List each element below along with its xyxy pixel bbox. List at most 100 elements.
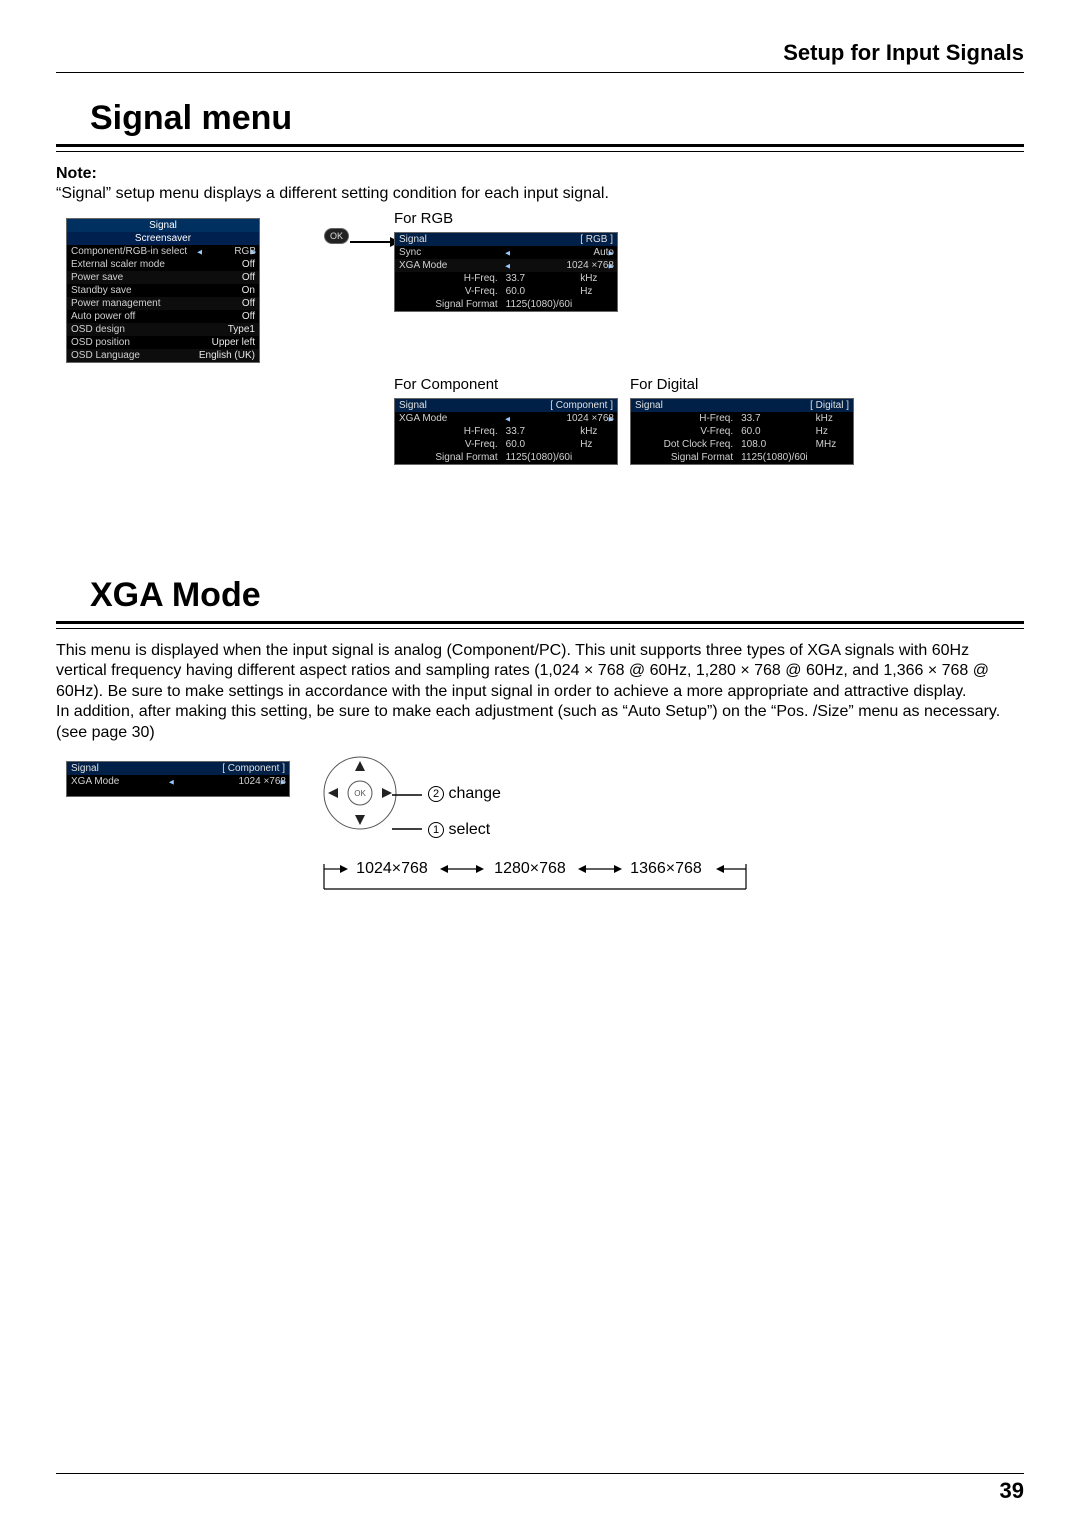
osd-row: Standby saveOn bbox=[67, 284, 259, 297]
osd-row-value: ◄Auto► bbox=[502, 246, 617, 259]
osd-info-label: H-Freq. bbox=[395, 425, 502, 438]
osd-comp-bracket: [ Component ] bbox=[502, 399, 617, 412]
svg-text:1280×768: 1280×768 bbox=[494, 860, 566, 877]
osd-info-row: Dot Clock Freq.108.0MHz bbox=[631, 438, 853, 451]
osd-row-value: Off bbox=[194, 310, 259, 323]
osd-row-value: On bbox=[194, 284, 259, 297]
osd-row-value: Type1 bbox=[194, 323, 259, 336]
osd-info-value: 60.0 bbox=[502, 285, 577, 298]
osd-row-label: Power management bbox=[67, 297, 194, 310]
osd-rgb: Signal [ RGB ] Sync◄Auto►XGA Mode◄1024 ×… bbox=[394, 232, 618, 312]
osd-info-value: 60.0 bbox=[737, 425, 812, 438]
osd-row: Auto power offOff bbox=[67, 310, 259, 323]
osd-info-row: H-Freq.33.7kHz bbox=[395, 425, 617, 438]
osd-row-label: OSD design bbox=[67, 323, 194, 336]
osd-row-value: Off bbox=[194, 271, 259, 284]
osd-main: Signal ScreensaverComponent/RGB-in selec… bbox=[66, 218, 260, 363]
select-label: 1 select bbox=[428, 821, 490, 839]
osd-info-unit: Hz bbox=[576, 438, 617, 451]
signal-menu-heading: Signal menu bbox=[56, 99, 292, 144]
osd-xga-title: Signal bbox=[67, 762, 165, 775]
osd-info-unit: Hz bbox=[576, 285, 617, 298]
osd-info-label: H-Freq. bbox=[631, 412, 737, 425]
dpad-lines-icon bbox=[392, 789, 432, 839]
osd-row-label: Screensaver bbox=[67, 232, 259, 245]
osd-info-row: V-Freq.60.0Hz bbox=[395, 285, 617, 298]
osd-info-value: 1125(1080)/60i bbox=[502, 298, 577, 311]
change-label: 2 change bbox=[428, 785, 501, 803]
osd-info-row: Signal Format1125(1080)/60i bbox=[395, 451, 617, 464]
osd-row-value: ◄1024 ×768► bbox=[502, 259, 617, 272]
osd-row: Sync◄Auto► bbox=[395, 246, 617, 259]
note-label: Note: bbox=[56, 165, 97, 182]
osd-row: XGA Mode◄1024 ×768► bbox=[395, 412, 617, 425]
arrow-right-icon bbox=[350, 236, 400, 248]
caption-digital: For Digital bbox=[630, 376, 698, 393]
osd-info-label: Signal Format bbox=[631, 451, 737, 464]
osd-rgb-bracket: [ RGB ] bbox=[502, 233, 617, 246]
xga-mode-heading: XGA Mode bbox=[56, 576, 261, 621]
osd-info-value: 33.7 bbox=[737, 412, 812, 425]
osd-row: XGA Mode◄1024 ×768► bbox=[67, 775, 289, 788]
osd-row-label: XGA Mode bbox=[395, 412, 502, 425]
section-xga-mode: XGA Mode This menu is displayed when the… bbox=[56, 576, 1024, 891]
osd-row-label: Component/RGB-in select bbox=[67, 245, 194, 258]
osd-row-value: ◄1024 ×768► bbox=[502, 412, 617, 425]
osd-row-label: Sync bbox=[395, 246, 502, 259]
osd-digi-title: Signal bbox=[631, 399, 737, 412]
section-signal-menu: Signal menu Note: “Signal” setup menu di… bbox=[56, 99, 1024, 520]
osd-info-unit: kHz bbox=[812, 412, 853, 425]
header-title: Setup for Input Signals bbox=[56, 40, 1024, 72]
cycle-diagram: 1024×768 1280×768 1366×768 bbox=[320, 859, 750, 898]
osd-digi-bracket: [ Digital ] bbox=[737, 399, 853, 412]
svg-text:1024×768: 1024×768 bbox=[356, 860, 428, 877]
caption-component: For Component bbox=[394, 376, 498, 393]
osd-comp-title: Signal bbox=[395, 399, 502, 412]
osd-info-row: H-Freq.33.7kHz bbox=[395, 272, 617, 285]
osd-info-unit: kHz bbox=[576, 272, 617, 285]
osd-row: OSD designType1 bbox=[67, 323, 259, 336]
osd-row: External scaler modeOff bbox=[67, 258, 259, 271]
ok-button-icon: OK bbox=[324, 228, 349, 244]
osd-info-row: V-Freq.60.0Hz bbox=[631, 425, 853, 438]
osd-component: Signal [ Component ] XGA Mode◄1024 ×768►… bbox=[394, 398, 618, 465]
osd-main-title: Signal bbox=[67, 219, 259, 232]
change-number-icon: 2 bbox=[428, 786, 444, 802]
osd-row-label: XGA Mode bbox=[395, 259, 502, 272]
osd-row-label: External scaler mode bbox=[67, 258, 194, 271]
osd-row-label: XGA Mode bbox=[67, 775, 165, 788]
osd-row-value: Off bbox=[194, 297, 259, 310]
dpad-ok-label: OK bbox=[354, 789, 366, 798]
osd-rgb-title: Signal bbox=[395, 233, 502, 246]
osd-info-label: V-Freq. bbox=[395, 438, 502, 451]
note-text: “Signal” setup menu displays a different… bbox=[56, 185, 609, 202]
osd-row-value: Off bbox=[194, 258, 259, 271]
select-number-icon: 1 bbox=[428, 822, 444, 838]
osd-row-value: English (UK) bbox=[194, 349, 259, 362]
xga-mode-paragraph: This menu is displayed when the input si… bbox=[56, 641, 1024, 743]
osd-info-row: H-Freq.33.7kHz bbox=[631, 412, 853, 425]
osd-info-label: Dot Clock Freq. bbox=[631, 438, 737, 451]
osd-digital: Signal [ Digital ] H-Freq.33.7kHzV-Freq.… bbox=[630, 398, 854, 465]
osd-info-row: V-Freq.60.0Hz bbox=[395, 438, 617, 451]
osd-row-label: Standby save bbox=[67, 284, 194, 297]
osd-row-value: ◄RGB► bbox=[194, 245, 259, 258]
caption-rgb: For RGB bbox=[394, 210, 453, 227]
osd-row: Screensaver bbox=[67, 232, 259, 245]
osd-xga: Signal [ Component ] XGA Mode◄1024 ×768► bbox=[66, 761, 290, 797]
osd-row-value: ◄1024 ×768► bbox=[165, 775, 289, 788]
osd-row: OSD LanguageEnglish (UK) bbox=[67, 349, 259, 362]
osd-info-label: V-Freq. bbox=[631, 425, 737, 438]
osd-row: Power managementOff bbox=[67, 297, 259, 310]
osd-info-label: H-Freq. bbox=[395, 272, 502, 285]
osd-info-unit: kHz bbox=[576, 425, 617, 438]
osd-row-label: OSD Language bbox=[67, 349, 194, 362]
osd-info-row: Signal Format1125(1080)/60i bbox=[631, 451, 853, 464]
osd-info-unit bbox=[576, 298, 617, 311]
osd-info-row: Signal Format1125(1080)/60i bbox=[395, 298, 617, 311]
osd-info-unit bbox=[576, 451, 617, 464]
osd-info-value: 1125(1080)/60i bbox=[502, 451, 577, 464]
osd-info-value: 33.7 bbox=[502, 425, 577, 438]
osd-row-value: Upper left bbox=[194, 336, 259, 349]
osd-info-label: Signal Format bbox=[395, 298, 502, 311]
